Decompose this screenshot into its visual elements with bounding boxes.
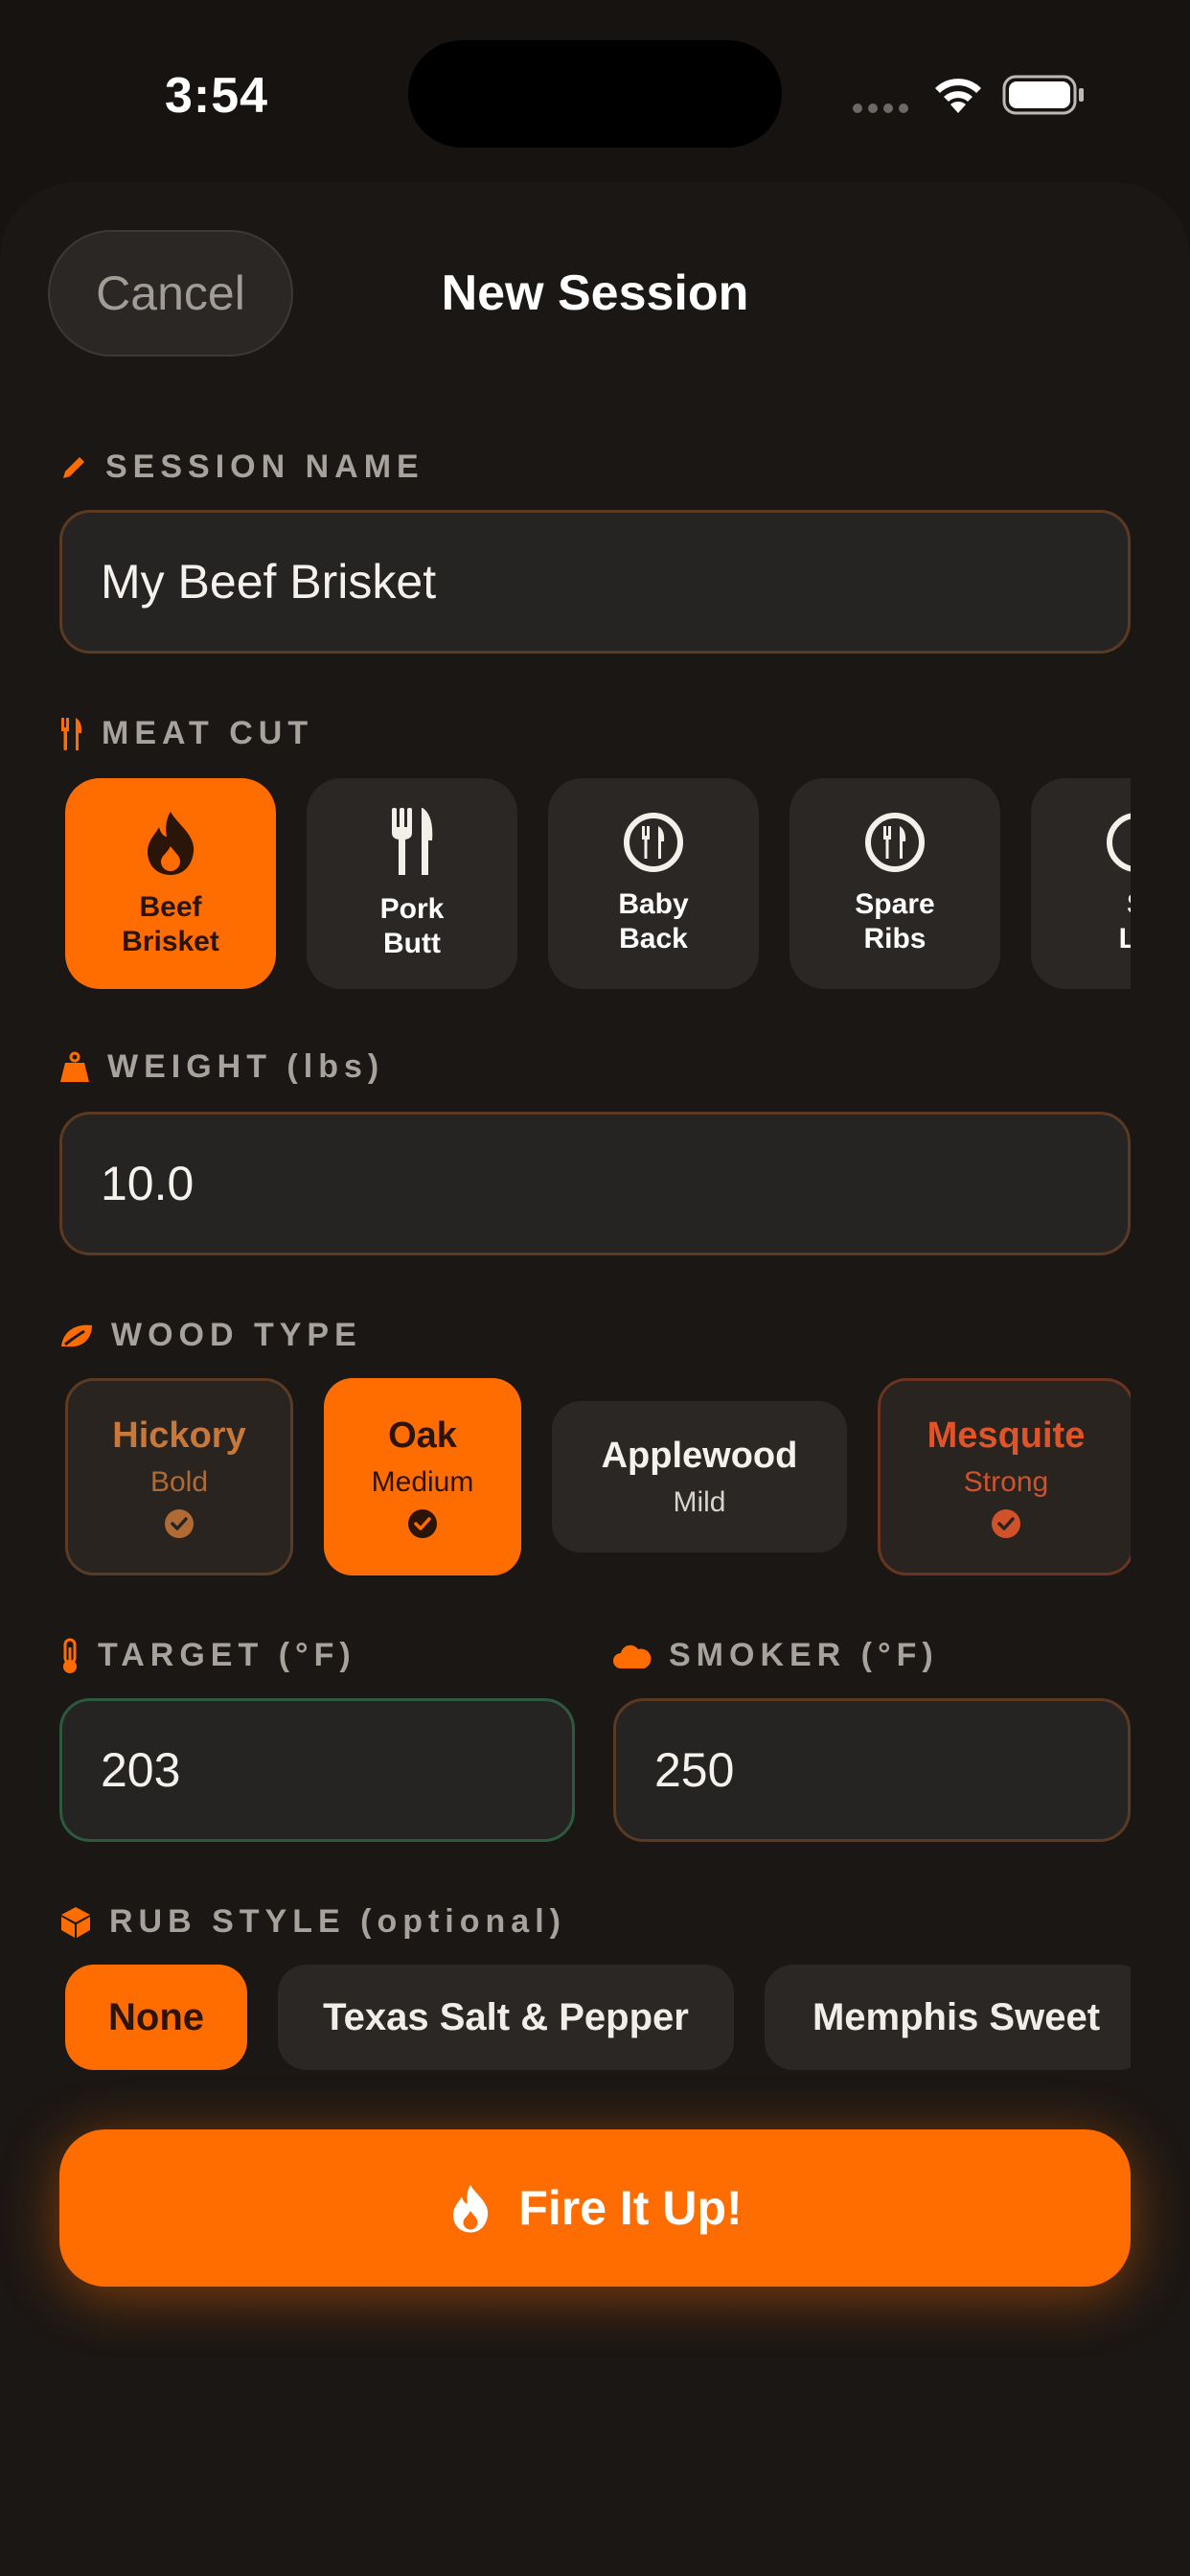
weight-icon [60,1051,89,1082]
meat-cut-st-louis-label: S Lo [1118,888,1131,954]
wood-type-mesquite[interactable]: Mesquite Strong [878,1378,1131,1576]
checkmark-circle-icon [992,1508,1020,1538]
plate-utensils-icon [865,813,925,872]
meat-cut-beef-brisket[interactable]: Beef Brisket [65,778,276,989]
fork-knife-icon [61,717,82,750]
plate-utensils-icon [1107,813,1131,872]
dynamic-island [408,40,782,148]
battery-icon [1002,75,1084,115]
rub-style-none[interactable]: None [65,1965,247,2070]
rub-style-label: RUB STYLE (optional) [59,1903,566,1941]
meat-cut-list: Beef Brisket Pork Butt Baby Back Spare R… [65,778,1131,993]
wood-type-applewood[interactable]: Applewood Mild [552,1401,847,1552]
wifi-icon [935,79,981,113]
flame-icon [148,812,195,875]
checkmark-circle-icon [408,1508,437,1538]
rub-style-texas-salt-pepper[interactable]: Texas Salt & Pepper [278,1965,734,2070]
page-title: New Session [441,265,749,321]
wood-type-list: Hickory Bold Oak Medium Applewood Mild M… [65,1378,1131,1576]
pencil-icon [63,456,84,478]
meat-cut-spare-ribs-label: Spare Ribs [855,888,935,954]
meat-cut-pork-butt[interactable]: Pork Butt [307,778,517,989]
weight-label: WEIGHT (lbs) [59,1048,384,1086]
smoker-temperature-input[interactable]: 250 [613,1698,1131,1842]
meat-cut-baby-back[interactable]: Baby Back [548,778,759,989]
target-temperature-input[interactable]: 203 [59,1698,575,1842]
wood-type-label: WOOD TYPE [59,1317,362,1354]
rub-style-memphis-sweet[interactable]: Memphis Sweet [765,1965,1131,2070]
wood-type-hickory[interactable]: Hickory Bold [65,1378,293,1576]
checkmark-circle-icon [165,1508,194,1538]
thermometer-icon [63,1638,77,1673]
smoker-label: SMOKER (°F) [613,1637,939,1674]
leaf-icon [61,1324,92,1346]
fire-it-up-label: Fire It Up! [518,2181,743,2235]
meat-cut-beef-brisket-label: Beef Brisket [122,891,219,957]
status-time: 3:54 [165,68,269,124]
cube-icon [61,1906,90,1938]
plate-utensils-icon [624,813,683,872]
meat-cut-st-louis[interactable]: S Lo [1031,778,1131,989]
smoke-cloud-icon [613,1644,652,1668]
session-name-input[interactable]: My Beef Brisket [59,510,1131,654]
meat-cut-pork-butt-label: Pork Butt [379,893,445,959]
target-label: TARGET (°F) [59,1637,356,1674]
session-name-label: SESSION NAME [59,448,424,486]
meat-cut-baby-back-label: Baby Back [618,888,689,954]
fork-knife-icon [392,808,433,875]
rub-style-list: None Texas Salt & Pepper Memphis Sweet [65,1965,1131,2070]
screen: 3:54 Cancel New Session SESSION NAME My … [0,0,1190,2576]
meat-cut-label: MEAT CUT [59,715,313,752]
meat-cut-spare-ribs[interactable]: Spare Ribs [790,778,1000,989]
cellular-signal-icon [853,104,908,113]
fire-it-up-button[interactable]: Fire It Up! [59,2129,1131,2287]
flame-icon [453,2185,489,2233]
weight-input[interactable]: 10.0 [59,1112,1131,1255]
wood-type-oak[interactable]: Oak Medium [324,1378,521,1576]
